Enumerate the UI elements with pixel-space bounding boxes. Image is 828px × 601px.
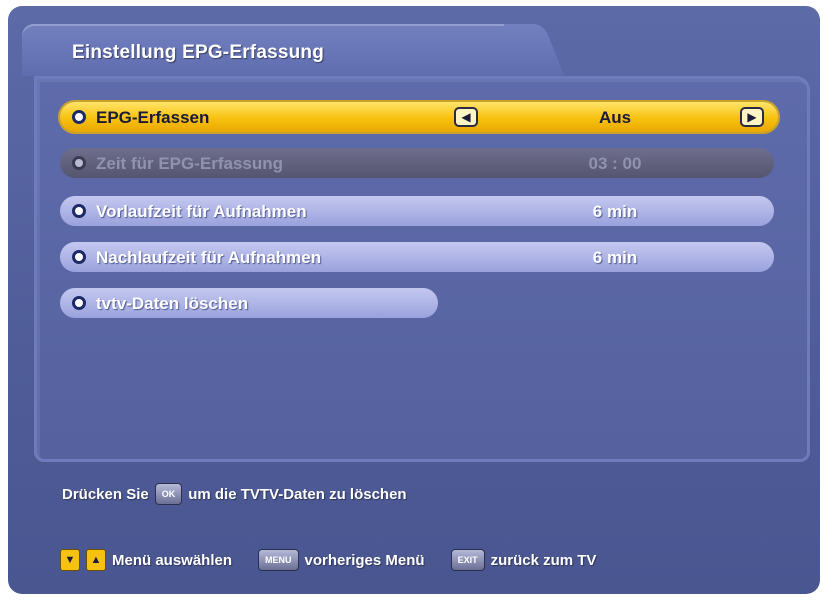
ok-key-icon: OK	[154, 483, 183, 505]
legend-menu-label: vorheriges Menü	[304, 551, 425, 569]
menu-item-label: tvtv-Daten löschen	[96, 294, 249, 313]
up-arrow-icon: ▲	[86, 549, 106, 571]
menu-item-nachlaufzeit[interactable]: Nachlaufzeit für Aufnahmen 6 min	[60, 242, 774, 272]
radio-bullet-icon	[72, 110, 86, 124]
radio-bullet-icon	[72, 296, 86, 310]
menu-key-icon: MENU	[258, 549, 299, 571]
button-legend: ▼ ▲ Menü auswählen MENU vorheriges Menü …	[60, 549, 596, 571]
menu-item-zeit-epg: Zeit für EPG-Erfassung 03 : 00	[60, 148, 774, 178]
menu-item-value: Aus	[598, 108, 632, 127]
left-arrow-icon[interactable]: ◀	[454, 107, 478, 127]
menu-item-value: 6 min	[592, 248, 638, 267]
menu-item-value: 03 : 00	[588, 154, 642, 173]
hint-suffix: um die TVTV-Daten zu löschen	[188, 485, 407, 503]
hint-text: Drücken Sie OK um die TVTV-Daten zu lösc…	[62, 483, 407, 505]
menu-item-tvtv-loeschen[interactable]: tvtv-Daten löschen	[60, 288, 438, 318]
menu-item-vorlaufzeit[interactable]: Vorlaufzeit für Aufnahmen 6 min	[60, 196, 774, 226]
radio-bullet-icon	[72, 204, 86, 218]
menu-item-label: Nachlaufzeit für Aufnahmen	[96, 248, 322, 267]
menu-item-epg-erfassen[interactable]: EPG-Erfassen ◀ Aus ▶	[60, 102, 778, 132]
menu-item-label: EPG-Erfassen	[96, 108, 210, 127]
radio-bullet-icon	[72, 156, 86, 170]
hint-prefix: Drücken Sie	[62, 485, 149, 503]
legend-exit-label: zurück zum TV	[490, 551, 597, 569]
menu-item-label: Vorlaufzeit für Aufnahmen	[96, 202, 307, 221]
menu-item-label: Zeit für EPG-Erfassung	[96, 154, 284, 173]
tv-screen: Einstellung EPG-Erfassung EPG-Erfassen ◀…	[8, 6, 820, 594]
legend-navigate-label: Menü auswählen	[112, 551, 233, 569]
radio-bullet-icon	[72, 250, 86, 264]
down-arrow-icon: ▼	[60, 549, 80, 571]
menu-item-value: 6 min	[592, 202, 638, 221]
page-title: Einstellung EPG-Erfassung	[72, 42, 325, 63]
exit-key-icon: EXIT	[450, 549, 485, 571]
right-arrow-icon[interactable]: ▶	[740, 107, 764, 127]
